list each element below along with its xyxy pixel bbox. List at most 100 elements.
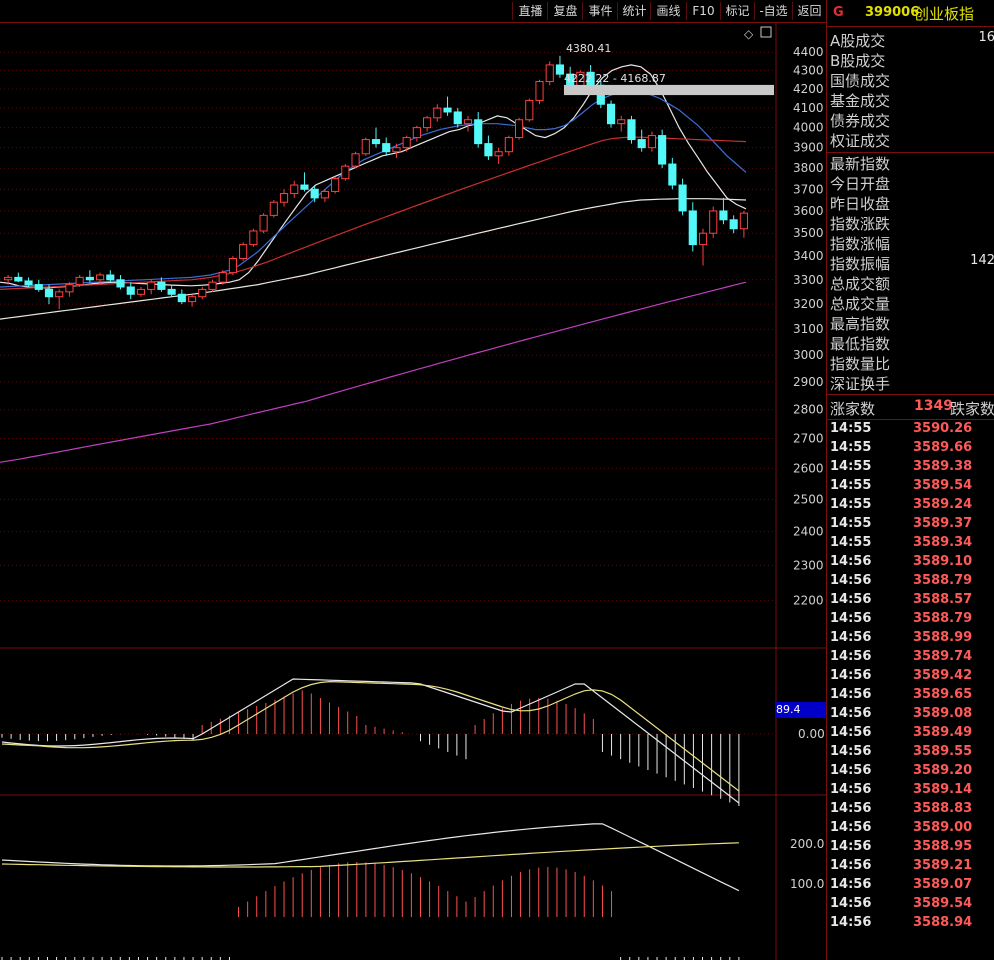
tick-time: 14:56	[830, 858, 872, 873]
f10-button[interactable]: F10	[686, 2, 720, 20]
tick-price: 3589.08	[913, 706, 973, 721]
candle-body	[698, 232, 708, 246]
candle-body	[106, 274, 115, 281]
tick-row: 14:56 3589.55	[830, 744, 994, 763]
candle-body	[443, 107, 452, 113]
candle-body	[392, 147, 401, 153]
moving-average-line	[0, 198, 747, 320]
bottom-line-1	[1, 823, 740, 892]
candle-body	[709, 210, 718, 234]
mark-button[interactable]: 标记	[720, 2, 754, 20]
macd-zero-label: 0.00	[798, 727, 825, 741]
tick-time: 14:56	[830, 896, 872, 911]
candle-body	[525, 99, 534, 121]
tick-price: 3589.54	[913, 478, 973, 493]
top-toolbar: 直播 复盘 事件 统计 画线 F10 标记 -自选 返回	[0, 0, 826, 23]
stat-label: 指数涨跌	[830, 215, 891, 233]
review-button[interactable]: 复盘	[547, 2, 583, 20]
candle-body	[514, 119, 524, 139]
y-tick-label: 4200	[793, 82, 824, 96]
up-count-label: 涨家数	[830, 400, 876, 418]
stat-label: B股成交	[830, 52, 886, 70]
candle-body	[24, 280, 33, 286]
tick-price: 3589.74	[913, 649, 973, 664]
updown-row: 涨家数 1349 跌家数	[830, 398, 994, 418]
tick-row: 14:56 3589.07	[830, 877, 994, 896]
tick-time: 14:55	[830, 497, 872, 512]
watchlist-button[interactable]: -自选	[754, 2, 792, 20]
tick-price: 3589.65	[913, 687, 973, 702]
candle-body	[719, 210, 728, 221]
stat-label: 最高指数	[830, 315, 891, 333]
candle-body	[453, 111, 462, 125]
index-stat-row: 总成交额	[830, 273, 994, 293]
quote-panel: G 399006 创业板指 A股成交 16 B股成交 国债成交 基金成交 债券成交 权证成交…	[826, 0, 994, 960]
candle-body	[228, 257, 238, 274]
stat-label: 债券成交	[830, 112, 891, 130]
tick-price: 3589.42	[913, 668, 973, 683]
tick-time: 14:56	[830, 554, 872, 569]
y-tick-label: 3900	[793, 141, 824, 155]
macd-dea-line	[1, 680, 740, 792]
candle-body	[96, 274, 105, 281]
live-button[interactable]: 直播	[512, 2, 548, 20]
y-tick-label: 2500	[793, 492, 824, 506]
candle-body	[34, 284, 43, 290]
divider	[827, 419, 994, 420]
candle-body	[351, 153, 360, 167]
window-icon[interactable]	[760, 26, 772, 38]
candle-body	[65, 284, 74, 293]
tick-row: 14:56 3588.79	[830, 573, 994, 592]
stat-label: 最新指数	[830, 155, 891, 173]
candle-body	[187, 296, 197, 303]
tick-time: 14:56	[830, 706, 872, 721]
up-count-value: 1349	[914, 398, 953, 414]
tick-row: 14:55 3590.26	[830, 421, 994, 440]
tick-time: 14:56	[830, 839, 872, 854]
candle-body	[678, 184, 687, 212]
tick-price: 3589.10	[913, 554, 973, 569]
y-tick-label: 3400	[793, 249, 824, 263]
stat-label: 指数量比	[830, 355, 891, 373]
stat-row: 债券成交	[830, 110, 994, 130]
back-button[interactable]: 返回	[792, 2, 826, 20]
tick-time: 14:55	[830, 459, 872, 474]
candle-body	[555, 64, 565, 75]
tick-price: 3588.57	[913, 592, 973, 607]
stat-label: 深证换手	[830, 375, 891, 393]
tick-price: 3589.55	[913, 744, 973, 759]
tick-row: 14:56 3589.20	[830, 763, 994, 782]
tick-price: 3589.20	[913, 763, 973, 778]
tick-row: 14:56 3588.79	[830, 611, 994, 630]
y-tick-label: 4400	[793, 45, 824, 59]
candle-body	[218, 272, 227, 283]
tick-time: 14:56	[830, 763, 872, 778]
stats-button[interactable]: 统计	[617, 2, 651, 20]
candle-body	[157, 281, 166, 290]
candle-body	[658, 135, 667, 165]
index-stat-row: 深证换手	[830, 373, 994, 393]
candle-body	[382, 143, 391, 153]
candle-body	[341, 165, 350, 180]
chart-area[interactable]: 4400 4300 4200 4100 4000 3900 3800 3700 3600 3500…	[0, 22, 826, 960]
diamond-icon[interactable]: ◇	[744, 27, 754, 41]
candle-body	[75, 276, 84, 286]
tick-time: 14:56	[830, 668, 872, 683]
tick-time: 14:55	[830, 478, 872, 493]
tick-time: 14:56	[830, 573, 872, 588]
events-button[interactable]: 事件	[582, 2, 618, 20]
index-stat-row: 最低指数	[830, 333, 994, 353]
y-tick-label: 3100	[793, 322, 824, 336]
index-name: 创业板指	[914, 5, 975, 23]
kline-chart[interactable]: 4400 4300 4200 4100 4000 3900 3800 3700 3600 3500…	[0, 22, 826, 960]
tick-price: 3590.26	[913, 421, 973, 436]
tick-price: 3589.38	[913, 459, 973, 474]
candle-body	[147, 281, 156, 290]
draw-line-button[interactable]: 画线	[650, 2, 686, 20]
stat-label: 指数涨幅	[830, 235, 891, 253]
candle-body	[402, 137, 411, 149]
stat-row: B股成交	[830, 50, 994, 70]
y-tick-label: 2700	[793, 431, 824, 445]
index-code: 399006	[865, 5, 920, 20]
candle-body	[116, 279, 125, 288]
